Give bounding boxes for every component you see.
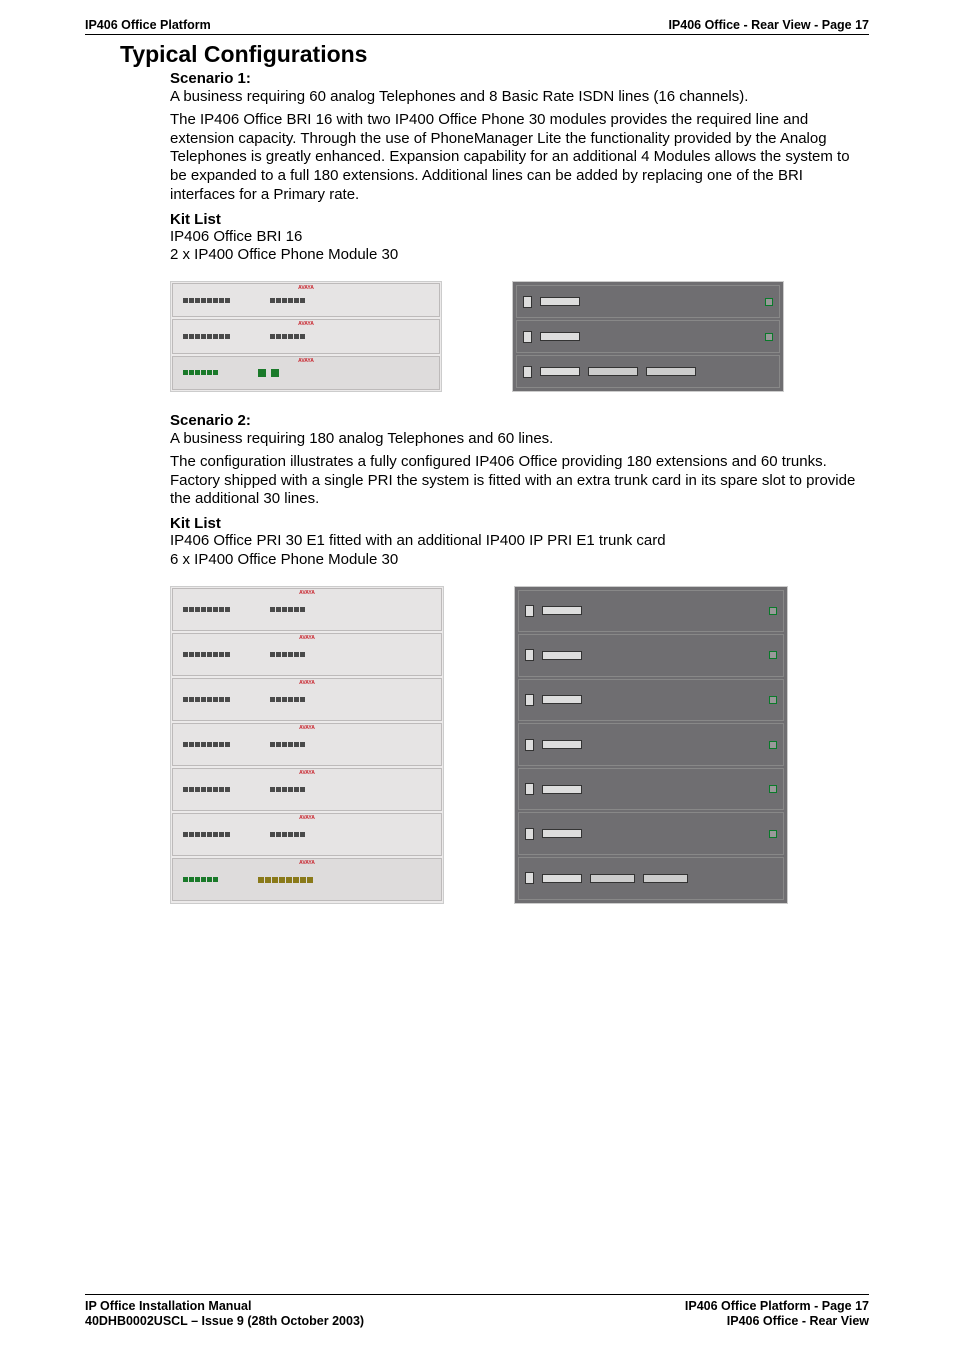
page-title: Typical Configurations	[120, 41, 869, 68]
expansion-port-icon	[765, 298, 773, 306]
footer-right-line1: IP406 Office Platform - Page 17	[685, 1299, 869, 1315]
module-rear	[516, 355, 780, 388]
brand-label: AVAYA	[298, 358, 314, 364]
brand-label: AVAYA	[299, 590, 315, 596]
module-rear	[518, 679, 784, 722]
module-front: AVAYA	[172, 723, 442, 766]
module-rear	[518, 634, 784, 677]
module-front: AVAYA	[172, 768, 442, 811]
scenario-1-summary: A business requiring 60 analog Telephone…	[170, 88, 864, 107]
module-front: AVAYA	[172, 678, 442, 721]
module-rear	[516, 320, 780, 353]
scenario-1-kit-item-2: 2 x IP400 Office Phone Module 30	[170, 246, 864, 265]
header-left-text: IP406 Office Platform	[85, 18, 211, 32]
brand-label: AVAYA	[299, 860, 315, 866]
module-rear	[518, 590, 784, 633]
brand-label: AVAYA	[299, 725, 315, 731]
scenario-1-heading: Scenario 1:	[170, 70, 864, 87]
module-rear	[516, 285, 780, 318]
module-rear	[518, 857, 784, 900]
scenario-2-diagrams: AVAYA AVAYA AVAYA	[170, 586, 864, 904]
module-front: AVAYA	[172, 813, 442, 856]
scenario-2-heading: Scenario 2:	[170, 412, 864, 429]
power-connector-icon	[523, 296, 532, 308]
footer-left-line2: 40DHB0002USCL – Issue 9 (28th October 20…	[85, 1314, 364, 1330]
page-header: IP406 Office Platform IP406 Office - Rea…	[85, 18, 869, 35]
dte-port-icon	[540, 332, 580, 341]
module-rear	[518, 723, 784, 766]
module-rear	[518, 768, 784, 811]
scenario-2-section: Scenario 2: A business requiring 180 ana…	[170, 412, 864, 904]
scenario-1-front-view-diagram: AVAYA AVAYA AVAYA	[170, 281, 442, 392]
scenario-1-diagrams: AVAYA AVAYA AVAYA	[170, 281, 864, 392]
scenario-2-rear-view-diagram	[514, 586, 788, 904]
module-front: AVAYA	[172, 588, 442, 631]
scenario-1-kit-item-1: IP406 Office BRI 16	[170, 228, 864, 247]
scenario-1-kitlist-title: Kit List	[170, 211, 864, 228]
module-front: AVAYA	[172, 858, 442, 901]
scenario-2-detail: The configuration illustrates a fully co…	[170, 453, 864, 509]
scenario-1-rear-view-diagram	[512, 281, 784, 392]
power-connector-icon	[523, 366, 532, 378]
module-front: AVAYA	[172, 633, 442, 676]
header-right-text: IP406 Office - Rear View - Page 17	[668, 18, 869, 32]
scenario-2-kit-item-2: 6 x IP400 Office Phone Module 30	[170, 551, 864, 570]
footer-right-line2: IP406 Office - Rear View	[685, 1314, 869, 1330]
scenario-1-detail: The IP406 Office BRI 16 with two IP400 O…	[170, 111, 864, 205]
footer-left: IP Office Installation Manual 40DHB0002U…	[85, 1299, 364, 1330]
scenario-2-front-view-diagram: AVAYA AVAYA AVAYA	[170, 586, 444, 904]
page-footer: IP Office Installation Manual 40DHB0002U…	[85, 1294, 869, 1330]
scenario-2-kit-item-1: IP406 Office PRI 30 E1 fitted with an ad…	[170, 532, 864, 551]
slot-icon	[588, 367, 638, 376]
dte-port-icon	[540, 297, 580, 306]
module-rear	[518, 812, 784, 855]
brand-label: AVAYA	[299, 770, 315, 776]
brand-label: AVAYA	[299, 815, 315, 821]
brand-label: AVAYA	[298, 321, 314, 327]
footer-left-line1: IP Office Installation Manual	[85, 1299, 364, 1315]
brand-label: AVAYA	[298, 285, 314, 291]
scenario-1-section: Scenario 1: A business requiring 60 anal…	[170, 70, 864, 904]
footer-right: IP406 Office Platform - Page 17 IP406 Of…	[685, 1299, 869, 1330]
expansion-port-icon	[765, 333, 773, 341]
module-front: AVAYA	[172, 319, 440, 353]
module-front: AVAYA	[172, 356, 440, 390]
slot-icon	[646, 367, 696, 376]
brand-label: AVAYA	[299, 635, 315, 641]
module-front: AVAYA	[172, 283, 440, 317]
scenario-2-summary: A business requiring 180 analog Telephon…	[170, 430, 864, 449]
power-connector-icon	[523, 331, 532, 343]
dte-port-icon	[540, 367, 580, 376]
brand-label: AVAYA	[299, 680, 315, 686]
scenario-2-kitlist-title: Kit List	[170, 515, 864, 532]
